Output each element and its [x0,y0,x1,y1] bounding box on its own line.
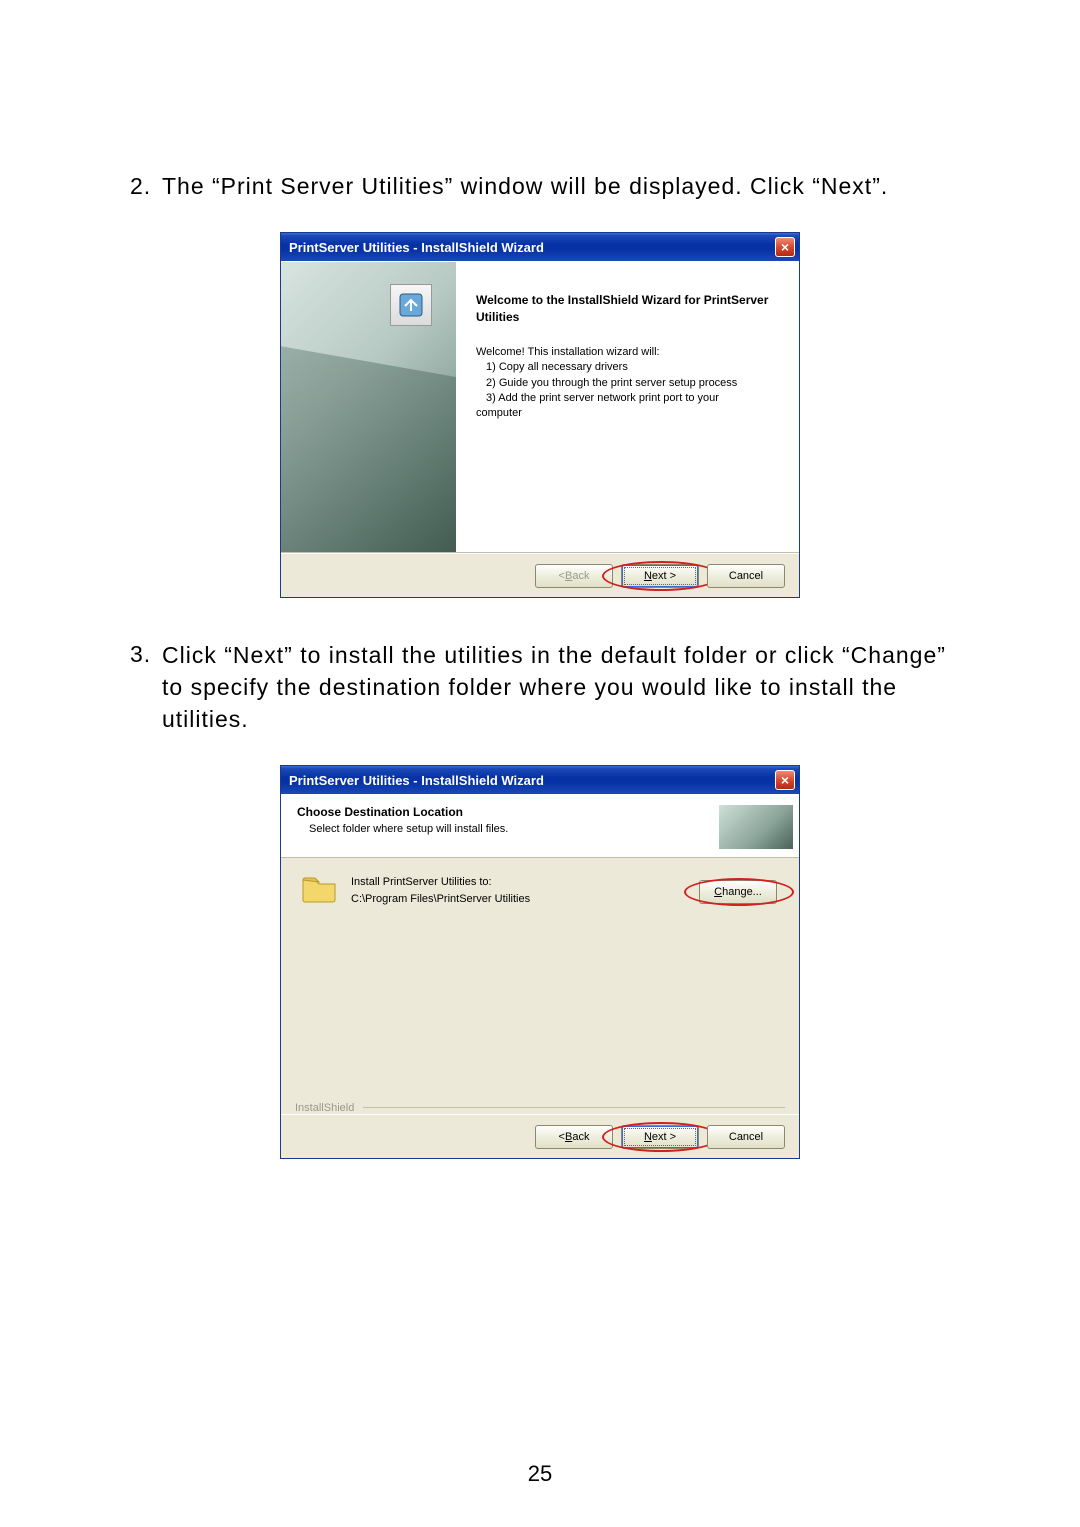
dialog2-buttons: < Back Next > Cancel [281,1114,799,1158]
dialog1-content: Welcome to the InstallShield Wizard for … [456,262,799,552]
dest-heading: Choose Destination Location [297,805,508,819]
dialog1-body: Welcome to the InstallShield Wizard for … [281,261,799,553]
dialog2: PrintServer Utilities - InstallShield Wi… [280,765,800,1159]
close-icon[interactable]: × [775,237,795,257]
welcome-line1: 1) Copy all necessary drivers [476,360,771,375]
cancel-label: Cancel [729,1131,763,1143]
step3-text: 3. Click “Next” to install the utilities… [130,638,950,735]
welcome-last: computer [476,406,771,421]
welcome-body: Welcome! This installation wizard will: … [476,345,771,422]
back-button: < Back [535,564,613,588]
installer-icon [390,284,432,326]
change-suffix: hange... [722,886,762,898]
next-underline: N [644,1131,652,1143]
dialog1-title: PrintServer Utilities - InstallShield Wi… [289,240,544,255]
welcome-line3: 3) Add the print server network print po… [476,391,771,406]
welcome-heading: Welcome to the InstallShield Wizard for … [476,292,771,324]
back-underline: B [565,1131,572,1143]
change-underline: C [714,886,722,898]
step2-num: 2. [130,170,162,202]
dialog2-title: PrintServer Utilities - InstallShield Wi… [289,773,544,788]
installshield-brand: InstallShield [295,1102,354,1114]
step3-num: 3. [130,638,162,670]
cancel-button[interactable]: Cancel [707,1125,785,1149]
dialog2-header: Choose Destination Location Select folde… [281,794,799,858]
dialog2-titlebar: PrintServer Utilities - InstallShield Wi… [281,766,799,794]
back-suffix: ack [572,1131,589,1143]
dialog1-sidebar-image [281,262,456,552]
close-icon[interactable]: × [775,770,795,790]
next-suffix: ext > [652,1131,676,1143]
change-button[interactable]: Change... [699,880,777,904]
brand-separator [363,1107,785,1108]
step3-body: Click “Next” to install the utilities in… [162,639,950,736]
next-suffix: ext > [652,570,676,582]
next-underline: N [644,570,652,582]
dest-sub: Select folder where setup will install f… [297,823,508,835]
dialog2-body: Install PrintServer Utilities to: C:\Pro… [281,858,799,1114]
dialog2-wrap: PrintServer Utilities - InstallShield Wi… [130,765,950,1159]
step2-text: 2. The “Print Server Utilities” window w… [130,170,950,202]
step2-body: The “Print Server Utilities” window will… [162,170,950,202]
welcome-intro: Welcome! This installation wizard will: [476,345,771,360]
next-button[interactable]: Next > [621,1125,699,1149]
welcome-line2: 2) Guide you through the print server se… [476,376,771,391]
back-button[interactable]: < Back [535,1125,613,1149]
next-button[interactable]: Next > [621,564,699,588]
header-image [719,805,793,849]
dialog1-buttons: < Back Next > Cancel [281,553,799,597]
cancel-button[interactable]: Cancel [707,564,785,588]
page-number: 25 [0,1461,1080,1487]
back-underline: B [565,570,572,582]
cancel-label: Cancel [729,570,763,582]
install-to-label: Install PrintServer Utilities to: [351,874,530,891]
dialog1: PrintServer Utilities - InstallShield Wi… [280,232,800,598]
install-path: C:\Program Files\PrintServer Utilities [351,891,530,908]
page-content: 2. The “Print Server Utilities” window w… [0,0,1080,1159]
folder-icon [301,874,337,904]
dialog1-wrap: PrintServer Utilities - InstallShield Wi… [130,232,950,598]
dialog1-titlebar: PrintServer Utilities - InstallShield Wi… [281,233,799,261]
back-suffix: ack [572,570,589,582]
